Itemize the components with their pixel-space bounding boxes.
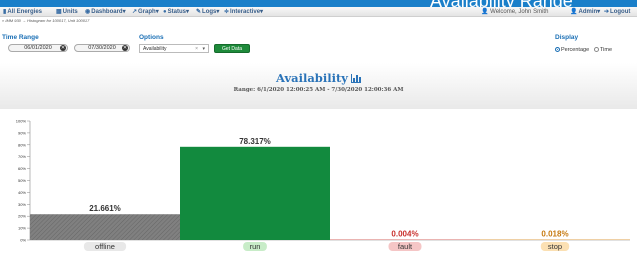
y-tick-label: 30% (18, 202, 26, 207)
bar-run[interactable] (180, 146, 330, 240)
y-tick-label: 0% (20, 238, 26, 243)
y-tick-label: 100% (16, 119, 27, 124)
value-label-stop: 0.018% (541, 230, 568, 239)
category-label-offline: offline (95, 242, 115, 251)
value-label-fault: 0.004% (391, 230, 418, 239)
y-tick-label: 80% (18, 142, 26, 147)
y-tick-label: 50% (18, 178, 26, 183)
y-tick-label: 20% (18, 214, 26, 219)
y-tick-label: 90% (18, 130, 26, 135)
y-tick-label: 40% (18, 190, 26, 195)
value-label-run: 78.317% (239, 137, 271, 146)
y-tick-label: 60% (18, 166, 26, 171)
category-label-stop: stop (548, 242, 562, 251)
y-tick-label: 10% (18, 226, 26, 231)
category-label-fault: fault (398, 242, 413, 251)
window-frame: Availability Range ▮All Energies ▦Units … (0, 0, 637, 266)
bars-group (30, 146, 630, 240)
y-tick-label: 70% (18, 154, 26, 159)
category-label-run: run (250, 242, 261, 251)
value-label-offline: 21.661% (89, 204, 121, 213)
availability-chart: 0% 10% 20% 30% 40% 50% 60% 70% 80% 90% 100% 21.661… (16, 119, 630, 251)
bar-offline[interactable] (30, 214, 180, 240)
